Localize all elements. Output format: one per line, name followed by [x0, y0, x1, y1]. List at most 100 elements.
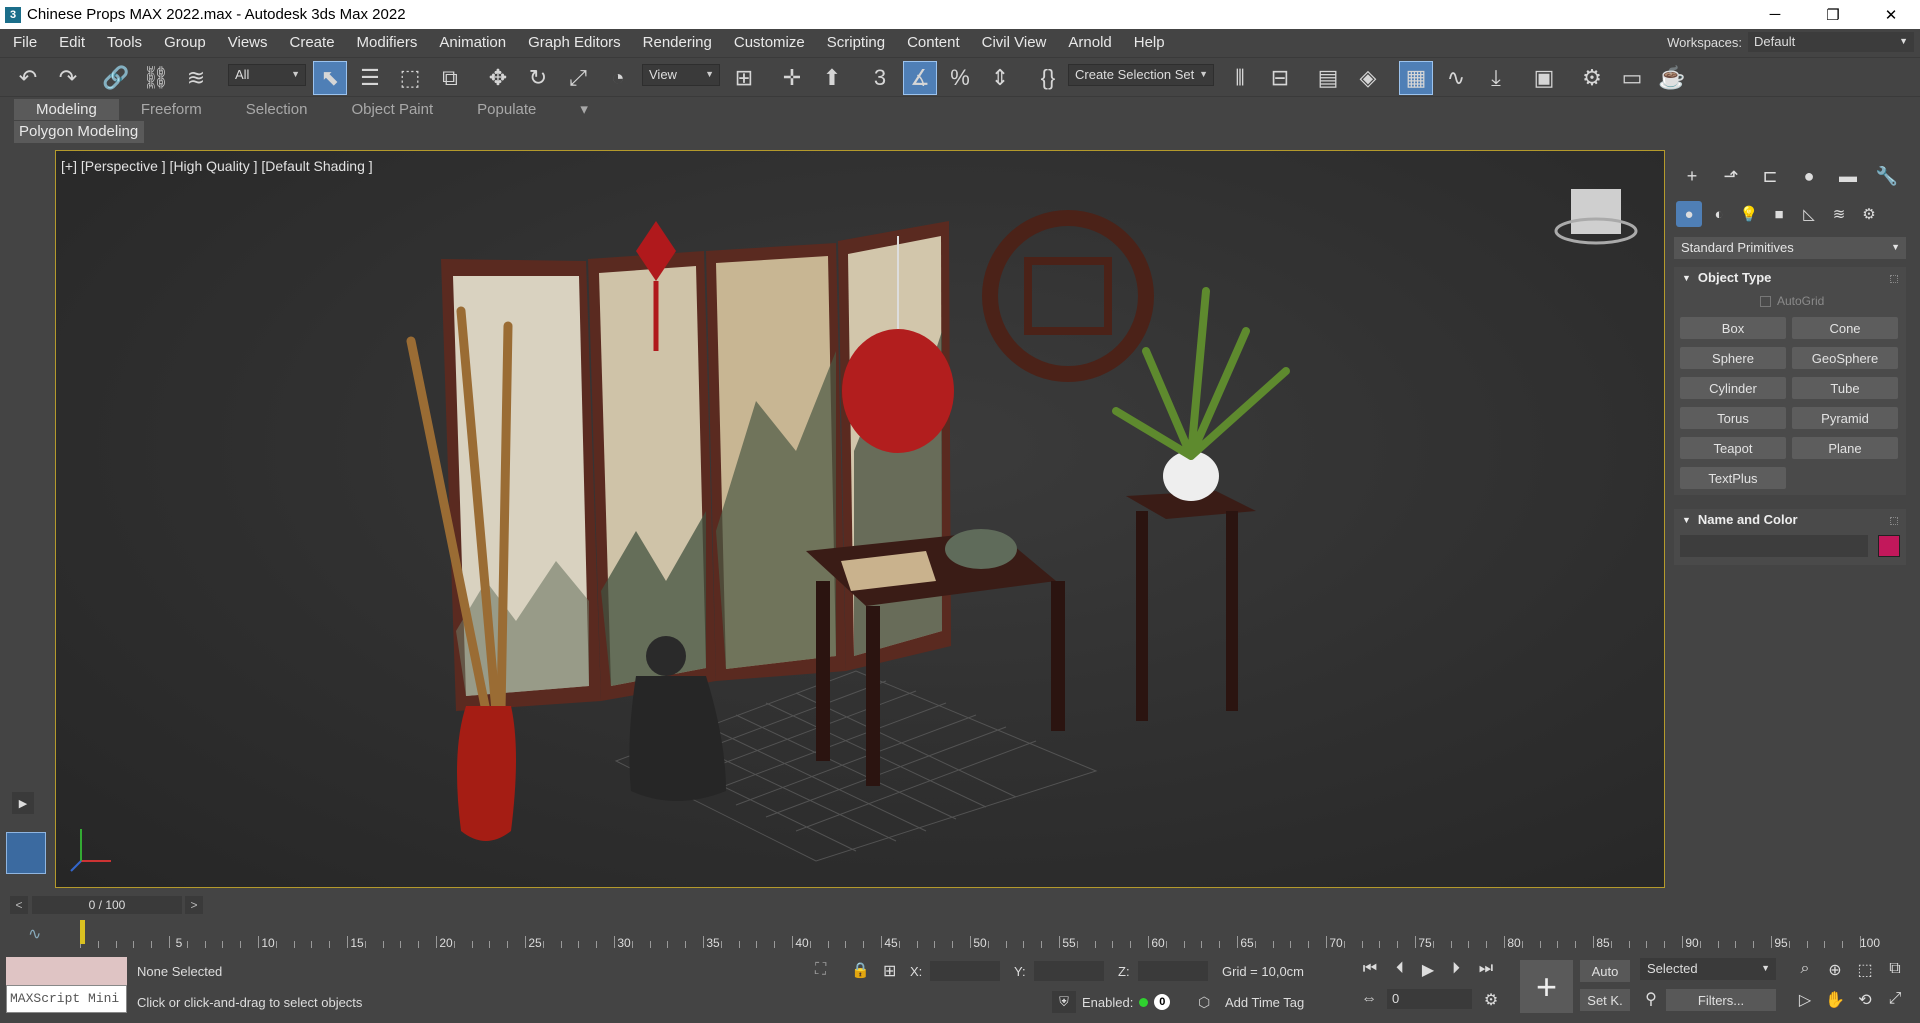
- tab-selection[interactable]: Selection: [224, 101, 330, 118]
- torus-button[interactable]: Torus: [1680, 407, 1786, 429]
- place-icon[interactable]: ◔: [602, 62, 634, 94]
- pyramid-button[interactable]: Pyramid: [1792, 407, 1898, 429]
- tab-modeling[interactable]: Modeling: [14, 98, 119, 120]
- maxscript-output[interactable]: [6, 957, 127, 985]
- primitive-category-dropdown[interactable]: Standard Primitives: [1674, 237, 1906, 259]
- cone-button[interactable]: Cone: [1792, 317, 1898, 339]
- scene-explorer-icon[interactable]: ▤: [1312, 62, 1344, 94]
- menu-modifiers[interactable]: Modifiers: [346, 34, 429, 51]
- name-and-color-header[interactable]: Name and Color: [1674, 509, 1906, 531]
- align-icon[interactable]: ⊟: [1264, 62, 1296, 94]
- time-tag-icon[interactable]: ⬡: [1198, 994, 1210, 1011]
- curve-editor-mini-icon[interactable]: ∿: [28, 924, 41, 944]
- time-prev-button[interactable]: <: [10, 896, 28, 914]
- rotate-icon[interactable]: ↻: [522, 62, 554, 94]
- object-type-header[interactable]: Object Type: [1674, 267, 1906, 289]
- textplus-button[interactable]: TextPlus: [1680, 467, 1786, 489]
- bind-space-warp-icon[interactable]: ≋: [180, 62, 212, 94]
- cameras-category-icon[interactable]: ■: [1766, 201, 1792, 227]
- box-button[interactable]: Box: [1680, 317, 1786, 339]
- time-next-button[interactable]: >: [185, 896, 203, 914]
- viewport-layout-tab[interactable]: [6, 832, 46, 874]
- menu-group[interactable]: Group: [153, 34, 217, 51]
- tab-freeform[interactable]: Freeform: [119, 101, 224, 118]
- perspective-viewport[interactable]: [+] [Perspective ] [High Quality ] [Defa…: [55, 150, 1665, 888]
- go-to-end-icon[interactable]: ⏭: [1473, 960, 1499, 978]
- select-manipulate-icon[interactable]: ✛: [776, 62, 808, 94]
- go-to-start-icon[interactable]: ⏮: [1357, 960, 1383, 978]
- enabled-count[interactable]: 0: [1154, 994, 1171, 1010]
- expand-arrow-icon[interactable]: ▶: [12, 792, 34, 814]
- set-key-button[interactable]: Set K.: [1580, 989, 1630, 1011]
- tube-button[interactable]: Tube: [1792, 377, 1898, 399]
- menu-scripting[interactable]: Scripting: [816, 34, 896, 51]
- named-selection-dropdown[interactable]: Create Selection Set: [1068, 64, 1214, 86]
- move-icon[interactable]: ✥: [482, 62, 514, 94]
- time-slider[interactable]: < 0 / 100 >: [10, 895, 1655, 915]
- percent-snap-icon[interactable]: %: [944, 62, 976, 94]
- material-editor-icon[interactable]: ▣: [1528, 62, 1560, 94]
- select-by-name-icon[interactable]: ☰: [354, 62, 386, 94]
- tab-object-paint[interactable]: Object Paint: [329, 101, 455, 118]
- selection-filter-dropdown[interactable]: All: [228, 64, 306, 86]
- mirror-icon[interactable]: ⫴: [1224, 62, 1256, 94]
- minimize-button[interactable]: ─: [1746, 0, 1804, 29]
- key-filters-icon[interactable]: ⚲: [1638, 989, 1664, 1009]
- object-color-swatch[interactable]: [1878, 535, 1900, 557]
- reference-coordinate-dropdown[interactable]: View: [642, 64, 720, 86]
- sphere-button[interactable]: Sphere: [1680, 347, 1786, 369]
- geosphere-button[interactable]: GeoSphere: [1792, 347, 1898, 369]
- maxscript-input[interactable]: MAXScript Mini: [6, 985, 127, 1013]
- lights-category-icon[interactable]: 💡: [1736, 201, 1762, 227]
- teapot-button[interactable]: Teapot: [1680, 437, 1786, 459]
- z-field[interactable]: [1137, 961, 1208, 981]
- enabled-indicator[interactable]: [1139, 997, 1149, 1007]
- tab-populate[interactable]: Populate: [455, 101, 558, 118]
- auto-key-button[interactable]: Auto: [1580, 960, 1630, 982]
- maximize-viewport-icon[interactable]: ⤢: [1882, 990, 1908, 1008]
- helpers-category-icon[interactable]: ◺: [1796, 201, 1822, 227]
- adaptive-degradation-icon[interactable]: ⛨: [1052, 991, 1076, 1013]
- link-icon[interactable]: 🔗: [100, 62, 132, 94]
- layer-explorer-icon[interactable]: ◈: [1352, 62, 1384, 94]
- orbit-icon[interactable]: ⟲: [1852, 990, 1878, 1010]
- modify-tab-icon[interactable]: ⬏: [1717, 163, 1745, 189]
- menu-animation[interactable]: Animation: [428, 34, 517, 51]
- time-cursor[interactable]: [80, 920, 85, 944]
- key-filter-dropdown[interactable]: Selected: [1640, 958, 1776, 980]
- rendered-frame-window-icon[interactable]: ▭: [1616, 62, 1648, 94]
- y-field[interactable]: [1033, 961, 1104, 981]
- filters-button[interactable]: Filters...: [1666, 989, 1776, 1011]
- render-setup-icon[interactable]: ⚙: [1576, 62, 1608, 94]
- menu-graph-editors[interactable]: Graph Editors: [517, 34, 632, 51]
- menu-views[interactable]: Views: [217, 34, 279, 51]
- pan-view-icon[interactable]: ✋: [1822, 990, 1848, 1010]
- hierarchy-tab-icon[interactable]: ⊏: [1756, 163, 1784, 189]
- menu-civil-view[interactable]: Civil View: [971, 34, 1058, 51]
- zoom-extents-icon[interactable]: ⬚: [1852, 960, 1878, 980]
- maximize-button[interactable]: ❐: [1804, 0, 1862, 29]
- rectangular-selection-icon[interactable]: ⬚: [394, 62, 426, 94]
- zoom-icon[interactable]: ⌕: [1792, 960, 1818, 978]
- menu-rendering[interactable]: Rendering: [632, 34, 723, 51]
- display-tab-icon[interactable]: ▬: [1834, 163, 1862, 189]
- menu-help[interactable]: Help: [1123, 34, 1176, 51]
- menu-arnold[interactable]: Arnold: [1057, 34, 1122, 51]
- zoom-extents-all-icon[interactable]: ⧉: [1882, 960, 1908, 978]
- play-icon[interactable]: ▶: [1415, 960, 1441, 980]
- undo-icon[interactable]: ↶: [12, 62, 44, 94]
- autogrid-box[interactable]: [1760, 295, 1771, 307]
- autogrid-checkbox[interactable]: AutoGrid: [1760, 289, 1906, 313]
- select-object-icon[interactable]: ⬉: [313, 61, 347, 95]
- key-mode-toggle-icon[interactable]: ⇔: [1356, 990, 1382, 1008]
- zoom-all-icon[interactable]: ⊕: [1822, 960, 1848, 980]
- ribbon-options-icon[interactable]: ▾: [558, 100, 610, 118]
- systems-category-icon[interactable]: ⚙: [1856, 201, 1882, 227]
- maxscript-listener[interactable]: MAXScript Mini: [6, 957, 127, 1015]
- window-crossing-icon[interactable]: ⧉: [434, 62, 466, 94]
- time-slider-frame[interactable]: 0 / 100: [32, 896, 182, 914]
- shapes-category-icon[interactable]: ◐: [1706, 201, 1732, 227]
- scale-icon[interactable]: ⤢: [562, 62, 594, 94]
- geometry-category-icon[interactable]: ●: [1676, 201, 1702, 227]
- cylinder-button[interactable]: Cylinder: [1680, 377, 1786, 399]
